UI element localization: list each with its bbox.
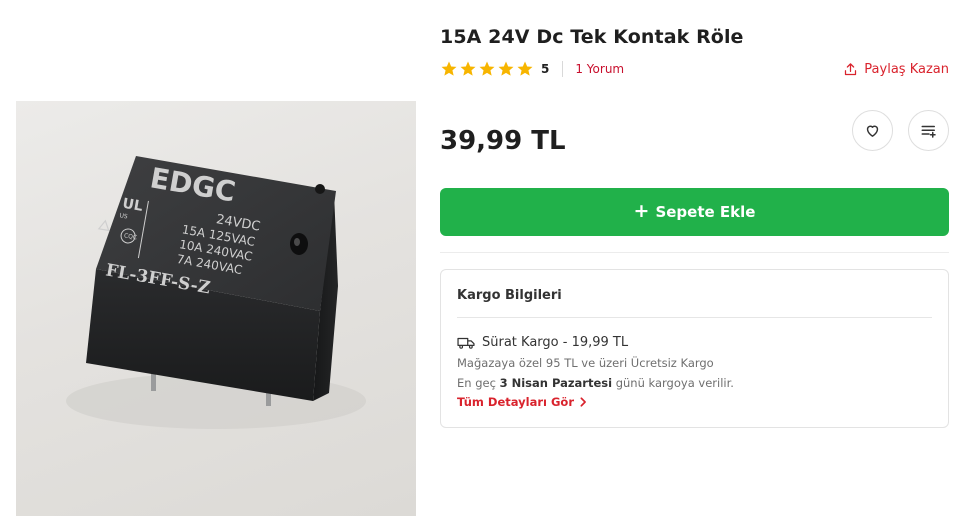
rating-value: 5 — [541, 62, 550, 76]
rating-row: 5 1 Yorum — [440, 59, 624, 79]
product-price: 39,99 TL — [440, 126, 566, 156]
share-earn-button[interactable]: Paylaş Kazan — [843, 59, 949, 79]
rating-divider — [562, 61, 564, 77]
star-icon — [479, 61, 495, 76]
share-label: Paylaş Kazan — [864, 61, 949, 77]
shipping-line: Sürat Kargo - 19,99 TL — [457, 335, 628, 350]
rating-stars — [440, 60, 534, 78]
delivery-date: 3 Nisan Pazartesi — [499, 376, 613, 390]
add-to-list-icon — [921, 125, 936, 138]
star-icon — [498, 61, 514, 76]
share-icon — [845, 62, 857, 75]
cargo-details-label: Tüm Detayları Gör — [457, 395, 574, 409]
delivery-prefix: En geç — [457, 376, 496, 390]
product-title: 15A 24V Dc Tek Kontak Röle — [440, 26, 744, 48]
add-to-list-button[interactable] — [908, 110, 949, 151]
star-icon — [441, 61, 457, 76]
delivery-suffix: günü kargoya verilir. — [615, 376, 734, 390]
svg-text:US: US — [119, 212, 128, 220]
divider — [440, 252, 949, 253]
relay-photo: EDGC 24VDC 15A 125VAC 10A 240VAC 7A 240V… — [66, 156, 366, 429]
cargo-info-card: Kargo Bilgileri Sürat Kargo - 19,99 TL M… — [440, 269, 949, 428]
truck-icon — [457, 337, 475, 349]
delivery-estimate: En geç 3 Nisan Pazartesi günü kargoya ve… — [457, 376, 734, 390]
star-icon — [460, 61, 476, 76]
favorite-button[interactable] — [852, 110, 893, 151]
add-to-cart-button[interactable]: + Sepete Ekle — [440, 188, 949, 236]
add-to-cart-label: Sepete Ekle — [655, 203, 756, 221]
chevron-right-icon — [580, 397, 586, 407]
product-image[interactable]: EDGC 24VDC 15A 125VAC 10A 240VAC 7A 240V… — [16, 101, 416, 516]
cargo-divider — [457, 317, 932, 318]
review-count-link[interactable]: 1 Yorum — [575, 62, 624, 76]
shipping-text: Sürat Kargo - 19,99 TL — [482, 335, 629, 350]
star-icon — [517, 61, 533, 76]
free-shipping-note: Mağazaya özel 95 TL ve üzeri Ücretsiz Ka… — [457, 356, 714, 370]
cargo-title: Kargo Bilgileri — [457, 288, 562, 303]
heart-icon — [866, 125, 879, 137]
plus-icon: + — [633, 199, 650, 222]
cargo-details-link[interactable]: Tüm Detayları Gör — [457, 395, 587, 409]
